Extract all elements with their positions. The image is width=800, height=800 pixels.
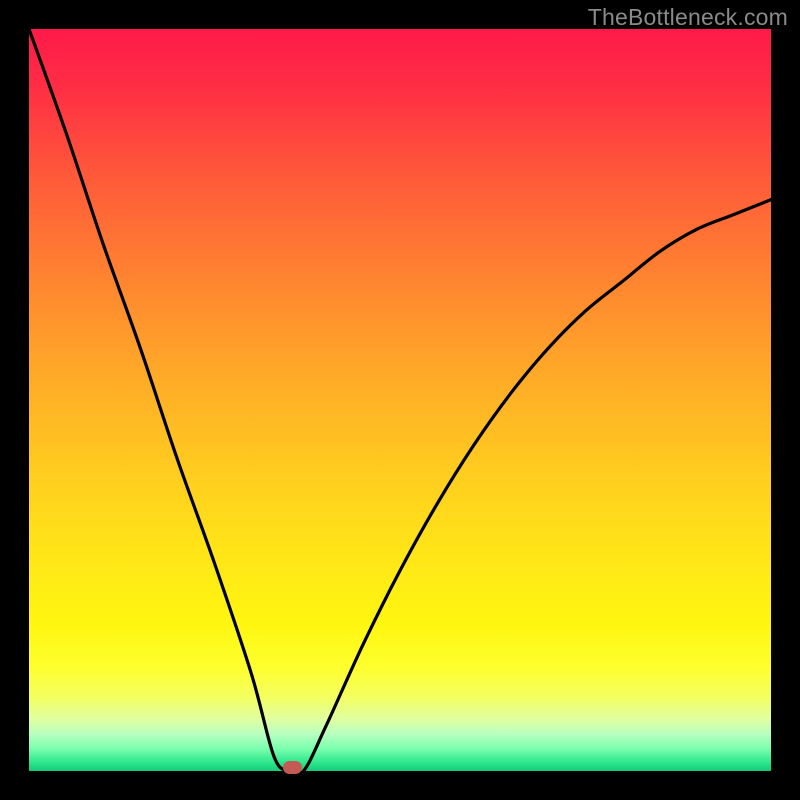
bottleneck-curve [29,29,771,771]
chart-plot-area [29,29,771,771]
optimum-marker [283,761,302,774]
watermark-text: TheBottleneck.com [588,4,788,31]
chart-frame: TheBottleneck.com [0,0,800,800]
